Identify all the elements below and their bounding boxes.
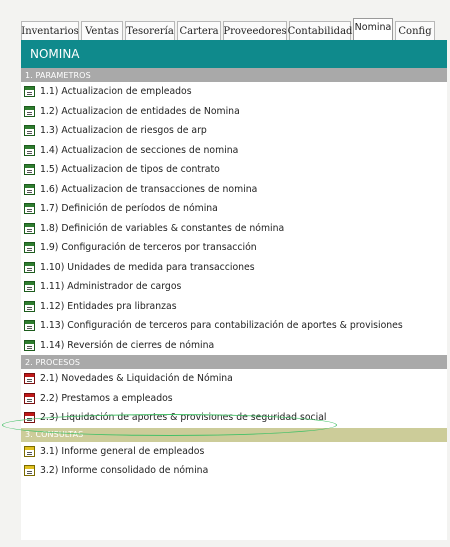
- menu-item[interactable]: 1.3) Actualizacion de riesgos de arp: [21, 121, 447, 141]
- menu-item-label: 1.3) Actualizacion de riesgos de arp: [40, 125, 207, 137]
- form-icon: [24, 320, 35, 332]
- nomina-menu-panel: NOMINA 1. PARAMETROS 1.1) Actualizacion d…: [21, 40, 447, 540]
- form-icon: [24, 300, 35, 312]
- menu-item-label: 1.8) Definición de variables & constante…: [40, 222, 285, 234]
- form-icon: [24, 164, 35, 176]
- menu-item-label: 1.11) Administrador de cargos: [40, 281, 182, 293]
- form-icon: [24, 144, 35, 156]
- tab-nomina[interactable]: Nomina: [353, 18, 393, 40]
- menu-item-label: 2.3) Liquidación de aportes & provisione…: [40, 412, 327, 424]
- menu-item[interactable]: 2.1) Novedades & Liquidación de Nómina: [21, 369, 447, 389]
- menu-item[interactable]: 1.11) Administrador de cargos: [21, 277, 447, 297]
- menu-item[interactable]: 3.1) Informe general de empleados: [21, 442, 447, 462]
- menu-item-label: 3.1) Informe general de empleados: [40, 445, 205, 457]
- form-icon: [24, 373, 35, 385]
- tab-tesorer-a[interactable]: Tesorería: [125, 21, 175, 40]
- form-icon: [24, 339, 35, 351]
- menu-item[interactable]: 1.13) Configuración de terceros para con…: [21, 316, 447, 336]
- menu-list: 1. PARAMETROS 1.1) Actualizacion de emple…: [21, 68, 447, 481]
- section-header: 1. PARAMETROS: [21, 68, 447, 82]
- menu-item-label: 1.4) Actualizacion de secciones de nomin…: [40, 144, 239, 156]
- menu-item-label: 1.6) Actualizacion de transacciones de n…: [40, 183, 258, 195]
- menu-item[interactable]: 1.1) Actualizacion de empleados: [21, 82, 447, 102]
- form-icon: [24, 86, 35, 98]
- menu-item[interactable]: 2.3) Liquidación de aportes & provisione…: [21, 408, 447, 428]
- form-icon: [24, 105, 35, 117]
- menu-item-label: 2.1) Novedades & Liquidación de Nómina: [40, 373, 233, 385]
- menu-item[interactable]: 1.8) Definición de variables & constante…: [21, 219, 447, 239]
- section-header: 2. PROCESOS: [21, 355, 447, 369]
- form-icon: [24, 445, 35, 457]
- form-icon: [24, 242, 35, 254]
- menu-item[interactable]: 1.12) Entidades pra libranzas: [21, 297, 447, 317]
- menu-item[interactable]: 1.4) Actualizacion de secciones de nomin…: [21, 141, 447, 161]
- form-icon: [24, 183, 35, 195]
- form-icon: [24, 222, 35, 234]
- menu-item-label: 1.7) Definición de períodos de nómina: [40, 203, 218, 215]
- tab-proveedores[interactable]: Proveedores: [223, 21, 287, 40]
- menu-item[interactable]: 1.2) Actualizacion de entidades de Nomin…: [21, 102, 447, 122]
- menu-item-label: 1.14) Reversión de cierres de nómina: [40, 339, 215, 351]
- panel-title: NOMINA: [21, 40, 447, 68]
- form-icon: [24, 203, 35, 215]
- module-tab-bar: Inventarios Ventas Tesorería Cartera Proveed…: [21, 17, 445, 40]
- menu-item-label: 1.9) Configuración de terceros por trans…: [40, 242, 257, 254]
- tab-inventarios[interactable]: Inventarios: [21, 21, 79, 40]
- menu-item[interactable]: 1.14) Reversión de cierres de nómina: [21, 336, 447, 356]
- menu-item-label: 1.5) Actualizacion de tipos de contrato: [40, 164, 220, 176]
- menu-item-label: 3.2) Informe consolidado de nómina: [40, 465, 209, 477]
- menu-item-label: 1.13) Configuración de terceros para con…: [40, 320, 403, 332]
- section-header: 3. CONSULTAS: [21, 427, 447, 442]
- form-icon: [24, 281, 35, 293]
- form-icon: [24, 465, 35, 477]
- menu-item-label: 1.1) Actualizacion de empleados: [40, 86, 192, 98]
- menu-item[interactable]: 1.7) Definición de períodos de nómina: [21, 199, 447, 219]
- menu-item-label: 1.2) Actualizacion de entidades de Nomin…: [40, 105, 240, 117]
- menu-item-label: 1.10) Unidades de medida para transaccio…: [40, 261, 255, 273]
- tab-ventas[interactable]: Ventas: [81, 21, 123, 40]
- menu-item[interactable]: 1.5) Actualizacion de tipos de contrato: [21, 160, 447, 180]
- tab-cartera[interactable]: Cartera: [177, 21, 221, 40]
- form-icon: [24, 261, 35, 273]
- form-icon: [24, 412, 35, 424]
- menu-item[interactable]: 3.2) Informe consolidado de nómina: [21, 461, 447, 481]
- form-icon: [24, 392, 35, 404]
- menu-item-label: 2.2) Prestamos a empleados: [40, 392, 173, 404]
- menu-item[interactable]: 1.9) Configuración de terceros por trans…: [21, 238, 447, 258]
- menu-item-label: 1.12) Entidades pra libranzas: [40, 300, 177, 312]
- tab-contabilidad[interactable]: Contabilidad: [288, 21, 352, 40]
- menu-item[interactable]: 1.6) Actualizacion de transacciones de n…: [21, 180, 447, 200]
- form-icon: [24, 125, 35, 137]
- menu-item[interactable]: 2.2) Prestamos a empleados: [21, 389, 447, 409]
- tab-config[interactable]: Config: [395, 21, 435, 40]
- menu-item[interactable]: 1.10) Unidades de medida para transaccio…: [21, 258, 447, 278]
